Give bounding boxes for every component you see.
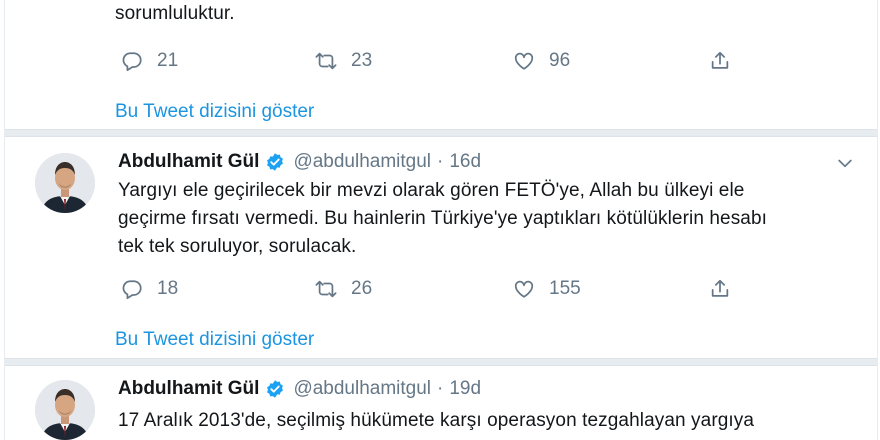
reply-icon bbox=[121, 50, 143, 72]
divider bbox=[5, 129, 877, 137]
top-tweet-text: sorumluluktur. bbox=[115, 0, 855, 28]
author-name[interactable]: Abdulhamit Gül bbox=[118, 378, 259, 400]
timeline: sorumluluktur. 21 23 96 Bu Tweet dizisin… bbox=[4, 0, 878, 440]
tweet-header: Abdulhamit Gül @abdulhamitgul · 16d bbox=[118, 151, 481, 173]
tweet-header: Abdulhamit Gül @abdulhamitgul · 19d bbox=[118, 378, 481, 400]
like-count: 96 bbox=[549, 50, 571, 71]
tweet-text: Yargıyı ele geçirilecek bir mevzi olarak… bbox=[118, 177, 838, 261]
reply-button[interactable]: 21 bbox=[121, 50, 178, 72]
author-handle[interactable]: @abdulhamitgul bbox=[293, 378, 431, 400]
retweet-count: 23 bbox=[351, 50, 373, 71]
reply-icon bbox=[121, 278, 143, 300]
reply-count: 18 bbox=[157, 278, 179, 299]
verified-badge-icon bbox=[267, 153, 284, 171]
like-button[interactable]: 155 bbox=[513, 278, 581, 300]
share-icon bbox=[709, 278, 731, 300]
like-icon bbox=[513, 50, 535, 72]
retweet-button[interactable]: 26 bbox=[315, 278, 372, 300]
share-button[interactable] bbox=[709, 50, 731, 72]
show-thread-link[interactable]: Bu Tweet dizisini göster bbox=[115, 101, 314, 123]
retweet-count: 26 bbox=[351, 278, 373, 299]
avatar[interactable] bbox=[35, 153, 95, 213]
tweet-actions: 18 26 155 bbox=[115, 278, 855, 302]
tweet-text-line: tek tek soruluyor, sorulacak. bbox=[118, 236, 357, 257]
author-handle[interactable]: @abdulhamitgul bbox=[293, 151, 431, 173]
author-name[interactable]: Abdulhamit Gül bbox=[118, 151, 259, 173]
chevron-down-icon bbox=[835, 153, 855, 173]
share-icon bbox=[709, 50, 731, 72]
tweet-timestamp[interactable]: 19d bbox=[449, 378, 481, 400]
tweet-timestamp[interactable]: 16d bbox=[449, 151, 481, 173]
retweet-icon bbox=[315, 50, 337, 72]
tweet-text-line: 17 Aralık 2013'de, seçilmiş hükümete kar… bbox=[118, 410, 755, 431]
retweet-button[interactable]: 23 bbox=[315, 50, 372, 72]
tweet-menu-button[interactable] bbox=[835, 153, 855, 173]
separator-dot: · bbox=[437, 151, 444, 172]
separator-dot: · bbox=[437, 378, 444, 399]
avatar-portrait-image bbox=[35, 153, 95, 213]
reply-button[interactable]: 18 bbox=[121, 278, 178, 300]
tweet-text-line: geçirme fırsatı vermedi. Bu hainlerin Tü… bbox=[118, 208, 768, 229]
top-tweet-last-line: sorumluluktur. bbox=[115, 3, 235, 24]
like-button[interactable]: 96 bbox=[513, 50, 570, 72]
share-button[interactable] bbox=[709, 278, 731, 300]
tweet-card[interactable]: Abdulhamit Gül @abdulhamitgul · 16d Yarg… bbox=[5, 137, 877, 355]
top-tweet-actions: 21 23 96 bbox=[115, 50, 855, 74]
tweet-text: 17 Aralık 2013'de, seçilmiş hükümete kar… bbox=[118, 407, 838, 435]
avatar[interactable] bbox=[35, 380, 95, 440]
tweet-card[interactable]: Abdulhamit Gül @abdulhamitgul · 19d 17 A… bbox=[5, 366, 877, 440]
verified-badge-icon bbox=[267, 380, 284, 398]
divider bbox=[5, 358, 877, 366]
like-icon bbox=[513, 278, 535, 300]
retweet-icon bbox=[315, 278, 337, 300]
reply-count: 21 bbox=[157, 50, 179, 71]
like-count: 155 bbox=[549, 278, 581, 299]
show-thread-link[interactable]: Bu Tweet dizisini göster bbox=[115, 329, 314, 351]
avatar-portrait-image bbox=[35, 380, 95, 440]
tweet-text-line: Yargıyı ele geçirilecek bir mevzi olarak… bbox=[118, 180, 745, 201]
